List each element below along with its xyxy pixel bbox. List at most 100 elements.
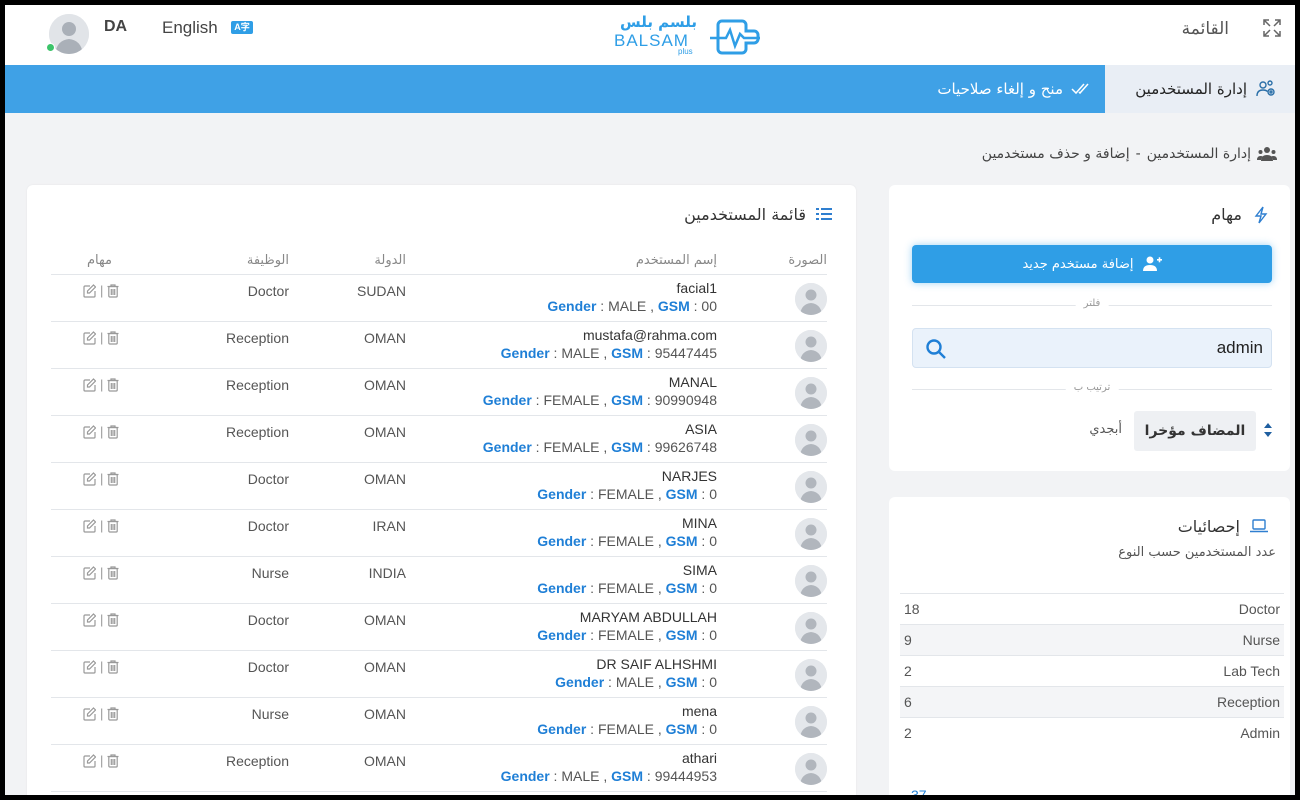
trash-icon[interactable] <box>107 471 119 486</box>
user-photo <box>795 424 827 456</box>
table-row: athari Gender : MALE , GSM : 99444953 OMAN… <box>51 745 827 792</box>
column-header-country[interactable]: الدولة <box>374 253 406 268</box>
user-meta: Gender : FEMALE , GSM : 0 <box>537 533 717 549</box>
edit-icon[interactable] <box>83 377 96 392</box>
user-gender: FEMALE <box>597 580 654 596</box>
user-job: Reception <box>225 377 289 393</box>
edit-icon[interactable] <box>83 753 96 768</box>
user-avatar[interactable] <box>46 14 89 54</box>
table-row: DR SAIF ALHSHMI Gender : MALE , GSM : 0 OM… <box>51 651 827 698</box>
menu-label[interactable]: القائمة <box>1182 19 1229 39</box>
user-name: mena <box>681 703 717 719</box>
table-row: NARJES Gender : FEMALE , GSM : 0 OMAN Docto… <box>51 463 827 510</box>
breadcrumb-separator: - <box>1135 146 1141 162</box>
action-separator: | <box>100 330 104 345</box>
user-silhouette-icon <box>795 518 827 550</box>
breadcrumb-section[interactable]: إدارة المستخدمين <box>1147 146 1251 162</box>
gsm-label: GSM <box>611 439 644 455</box>
column-header-username[interactable]: إسم المستخدم <box>636 253 717 268</box>
stat-label: Doctor <box>1238 601 1280 617</box>
users-table-header: الصورة إسم المستخدم الدولة الوظيفة مهام <box>51 249 827 275</box>
edit-icon[interactable] <box>83 283 96 298</box>
trash-icon[interactable] <box>107 706 119 721</box>
sort-arrows-icon[interactable] <box>1264 423 1272 437</box>
action-separator: | <box>100 706 104 721</box>
gender-label: Gender <box>555 674 605 690</box>
row-actions: | <box>83 424 119 439</box>
gsm-label: GSM <box>665 533 698 549</box>
edit-icon[interactable] <box>83 659 96 674</box>
trash-icon[interactable] <box>107 612 119 627</box>
gsm-label: GSM <box>611 392 644 408</box>
user-gsm: 0 <box>709 580 717 596</box>
gsm-label: GSM <box>665 627 698 643</box>
sort-divider: ترتيب ب <box>912 382 1272 393</box>
trash-icon[interactable] <box>107 330 119 345</box>
edit-icon[interactable] <box>83 612 96 627</box>
edit-icon[interactable] <box>83 424 96 439</box>
table-row: ASIA Gender : FEMALE , GSM : 99626748 OMAN… <box>51 416 827 463</box>
user-name: DR SAIF ALHSHMI <box>596 656 717 672</box>
action-separator: | <box>100 753 104 768</box>
trash-icon[interactable] <box>107 377 119 392</box>
edit-icon[interactable] <box>83 471 96 486</box>
search-icon[interactable] <box>925 338 947 360</box>
tasks-title: مهام <box>1211 205 1242 224</box>
trash-icon[interactable] <box>107 565 119 580</box>
user-meta: Gender : FEMALE , GSM : 0 <box>537 721 717 737</box>
trash-icon[interactable] <box>107 283 119 298</box>
sort-alphabetical-option[interactable]: أبجدي <box>1089 422 1122 437</box>
statistics-total: 37 <box>911 787 927 795</box>
sort-label: ترتيب ب <box>1065 382 1119 393</box>
trash-icon[interactable] <box>107 424 119 439</box>
nav-item-users-management[interactable]: إدارة المستخدمين <box>1135 65 1277 113</box>
user-meta: Gender : MALE , GSM : 00 <box>547 298 717 314</box>
user-initials[interactable]: DA <box>104 18 127 36</box>
trash-icon[interactable] <box>107 659 119 674</box>
logo-arabic-text: بلسم بلس <box>620 13 697 31</box>
gsm-label: GSM <box>665 674 698 690</box>
row-actions: | <box>83 471 119 486</box>
edit-icon[interactable] <box>83 706 96 721</box>
laptop-icon <box>1250 519 1268 533</box>
gsm-label: GSM <box>657 298 690 314</box>
trash-icon[interactable] <box>107 753 119 768</box>
sort-recent-option[interactable]: المضاف مؤخرا <box>1134 411 1256 451</box>
language-switch-label[interactable]: English <box>162 18 218 38</box>
row-actions: | <box>83 518 119 533</box>
user-meta: Gender : FEMALE , GSM : 99626748 <box>482 439 717 455</box>
user-meta: Gender : FEMALE , GSM : 90990948 <box>482 392 717 408</box>
table-row: MANAL Gender : FEMALE , GSM : 90990948 OMA… <box>51 369 827 416</box>
search-input[interactable] <box>957 329 1263 367</box>
user-silhouette-icon <box>795 424 827 456</box>
user-gender: FEMALE <box>597 486 654 502</box>
user-country: OMAN <box>364 424 406 440</box>
action-separator: | <box>100 377 104 392</box>
edit-icon[interactable] <box>83 518 96 533</box>
breadcrumb-current-page: إضافة و حذف مستخدمين <box>981 146 1130 162</box>
action-separator: | <box>100 518 104 533</box>
add-new-user-button[interactable]: إضافة مستخدم جديد <box>912 245 1272 283</box>
online-status-dot <box>46 43 55 52</box>
edit-icon[interactable] <box>83 330 96 345</box>
column-header-tasks: مهام <box>87 253 112 268</box>
table-row: MARYAM ABDULLAH Gender : FEMALE , GSM : 0… <box>51 604 827 651</box>
user-gsm: 95447445 <box>654 345 717 361</box>
user-silhouette-icon <box>795 753 827 785</box>
edit-icon[interactable] <box>83 565 96 580</box>
user-plus-icon <box>1142 256 1162 271</box>
user-gsm: 0 <box>709 627 717 643</box>
action-separator: | <box>100 612 104 627</box>
table-row: mena Gender : FEMALE , GSM : 0 OMAN Nurse | <box>51 698 827 745</box>
user-job: Reception <box>225 424 289 440</box>
user-silhouette-icon <box>795 612 827 644</box>
fullscreen-expand-icon[interactable] <box>1263 19 1281 37</box>
nav-item-permissions[interactable]: منح و إلغاء صلاحيات <box>937 65 1089 113</box>
gsm-label: GSM <box>665 486 698 502</box>
user-meta: Gender : MALE , GSM : 95447445 <box>500 345 717 361</box>
column-header-job[interactable]: الوظيفة <box>247 253 289 268</box>
trash-icon[interactable] <box>107 518 119 533</box>
user-country: OMAN <box>364 659 406 675</box>
translate-icon[interactable]: A字 <box>231 21 253 34</box>
table-row: facial1 Gender : MALE , GSM : 00 SUDAN Doct… <box>51 275 827 322</box>
